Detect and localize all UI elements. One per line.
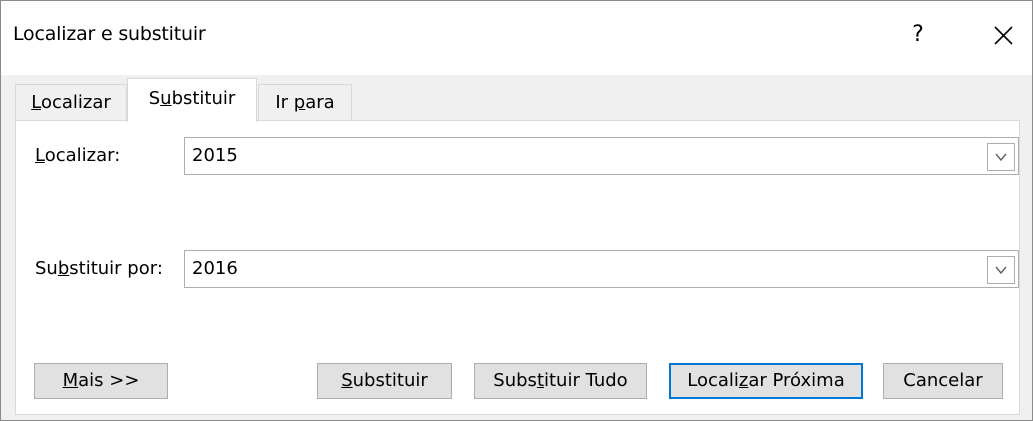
replace-label: Substituir por: bbox=[35, 258, 163, 279]
replace-dropdown-button[interactable] bbox=[987, 256, 1015, 284]
find-value: 2015 bbox=[192, 145, 238, 166]
replace-all-button[interactable]: Substituir Tudo bbox=[474, 363, 647, 399]
replace-value: 2016 bbox=[192, 258, 238, 279]
replace-input[interactable]: 2016 bbox=[184, 250, 1019, 288]
find-dropdown-button[interactable] bbox=[987, 143, 1015, 171]
find-label: Localizar: bbox=[35, 145, 121, 166]
cancel-button[interactable]: Cancelar bbox=[883, 363, 1003, 399]
find-next-button[interactable]: Localizar Próxima bbox=[669, 363, 863, 399]
title-bar: Localizar e substituir ? bbox=[1, 1, 1032, 75]
close-button[interactable] bbox=[985, 17, 1021, 53]
close-icon bbox=[994, 26, 1013, 45]
tab-substituir[interactable]: Substituir bbox=[127, 78, 257, 122]
more-button[interactable]: Mais >> bbox=[34, 363, 168, 399]
dropdown-arrow-icon bbox=[995, 266, 1007, 275]
tab-localizar[interactable]: Localizar bbox=[15, 84, 127, 121]
tab-ir-para[interactable]: Ir para bbox=[258, 84, 352, 121]
dropdown-arrow-icon bbox=[995, 153, 1007, 162]
find-replace-dialog: Localizar e substituir ? Localizar Subst… bbox=[0, 0, 1033, 421]
window-title: Localizar e substituir bbox=[13, 23, 206, 45]
help-icon: ? bbox=[912, 22, 924, 47]
replace-button[interactable]: Substituir bbox=[317, 363, 452, 399]
find-input[interactable]: 2015 bbox=[184, 137, 1019, 175]
tab-panel-substituir: Localizar: 2015 Substituir por: 2016 Mai… bbox=[15, 120, 1020, 415]
tab-strip: Localizar Substituir Ir para bbox=[15, 78, 1015, 122]
help-button[interactable]: ? bbox=[903, 17, 933, 53]
